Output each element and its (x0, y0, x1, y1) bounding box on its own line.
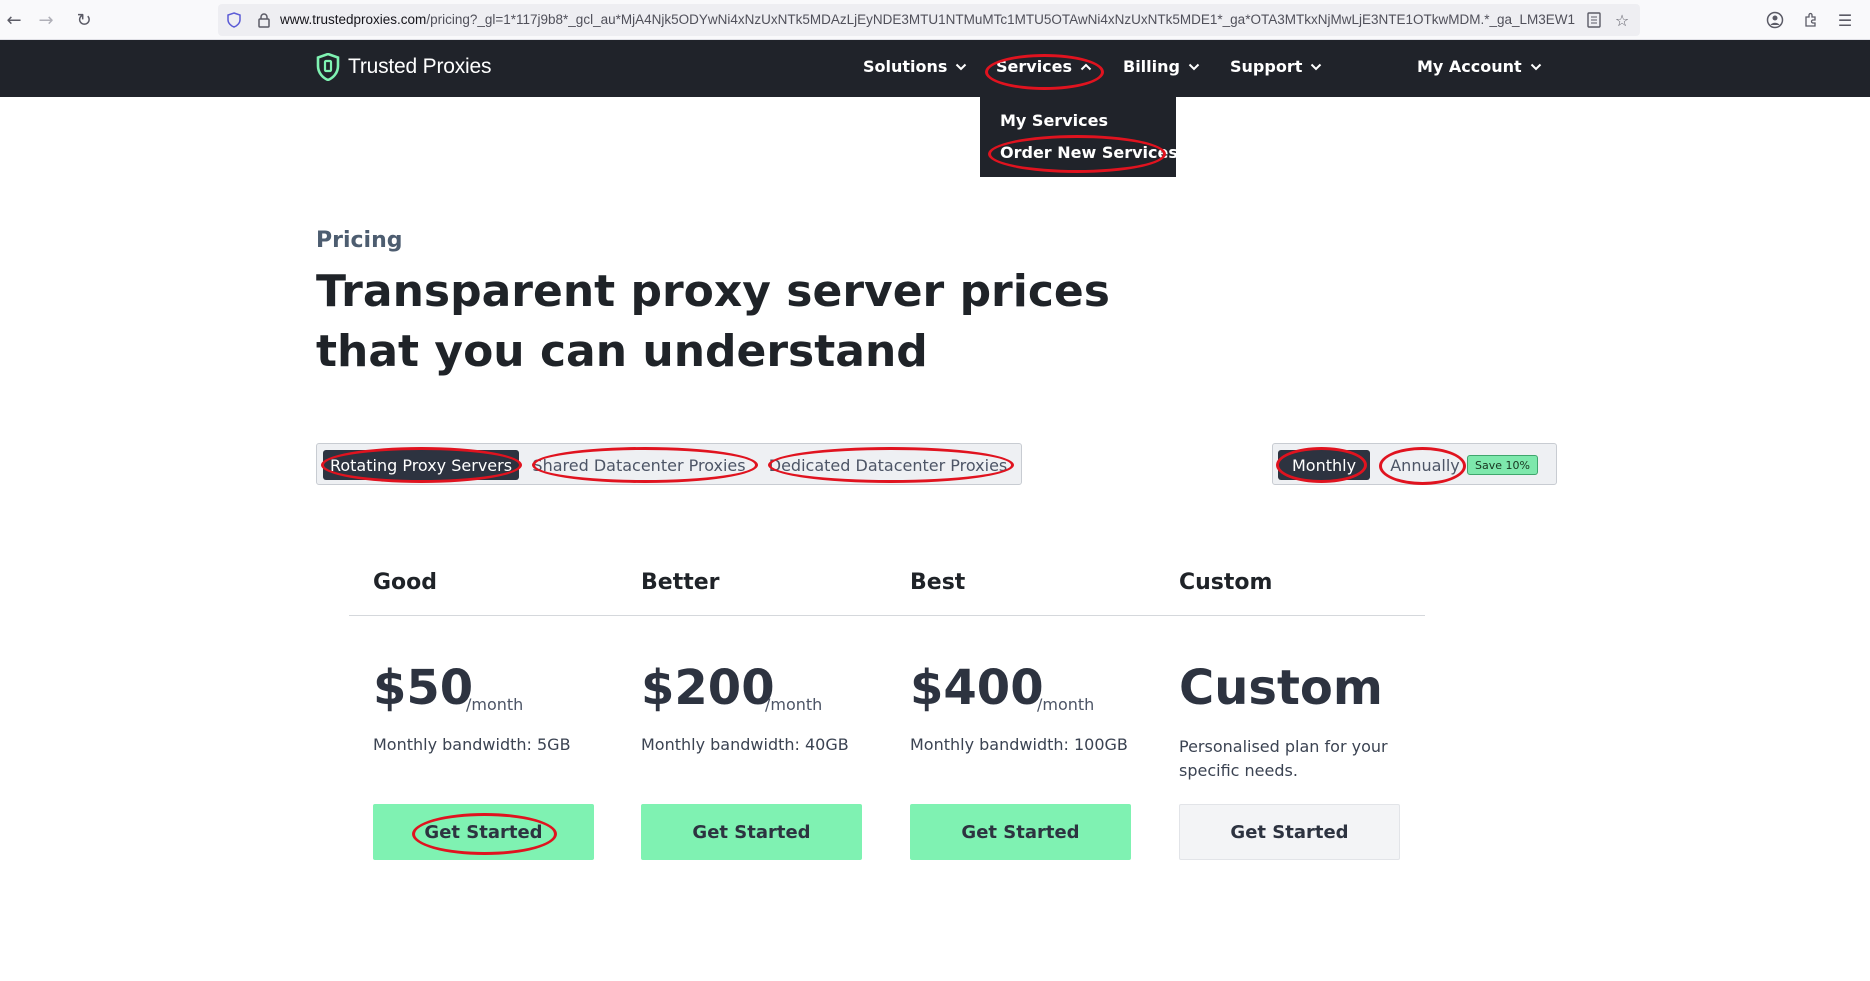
plan-price-best: $400 (910, 660, 1044, 716)
plan-name-better: Better (641, 570, 720, 595)
dropdown-my-services[interactable]: My Services (1000, 111, 1108, 130)
chevron-down-icon (1311, 63, 1322, 70)
nav-support[interactable]: Support (1230, 57, 1322, 76)
plan-period-good: /month (466, 695, 524, 714)
logo-text: Trusted Proxies (348, 55, 492, 78)
get-started-button-custom[interactable]: Get Started (1179, 804, 1400, 860)
plans-divider (349, 615, 1425, 616)
plan-bandwidth-best: Monthly bandwidth: 100GB (910, 735, 1128, 754)
tab-shared-datacenter-proxies[interactable]: Shared Datacenter Proxies (532, 450, 745, 480)
nav-services-label: Services (996, 57, 1073, 76)
address-bar[interactable]: www.trustedproxies.com/pricing?_gl=1*117… (218, 4, 1640, 36)
plan-price-good: $50 (373, 660, 474, 716)
toggle-annually[interactable]: Annually (1383, 450, 1467, 480)
nav-billing[interactable]: Billing (1123, 57, 1200, 76)
product-tabs: Rotating Proxy Servers Shared Datacenter… (316, 443, 1022, 485)
plan-name-custom: Custom (1179, 570, 1273, 595)
account-icon[interactable] (1764, 9, 1786, 31)
chevron-down-icon (1530, 63, 1541, 70)
chevron-down-icon (956, 63, 967, 70)
plan-bandwidth-better: Monthly bandwidth: 40GB (641, 735, 849, 754)
plan-price-better: $200 (641, 660, 775, 716)
chevron-down-icon (1188, 63, 1200, 70)
page-title: Transparent proxy server prices that you… (316, 266, 1110, 377)
bookmark-star-icon[interactable]: ☆ (1612, 10, 1632, 30)
browser-toolbar: ← → ↻ www.trustedproxies.com/pricing?_gl… (0, 0, 1870, 40)
site-header: Trusted Proxies Solutions Services Billi… (0, 40, 1870, 97)
extensions-icon[interactable] (1800, 9, 1822, 31)
nav-solutions-label: Solutions (863, 57, 948, 76)
toggle-monthly[interactable]: Monthly (1278, 450, 1370, 480)
services-dropdown: My Services Order New Services (980, 97, 1178, 177)
nav-support-label: Support (1230, 57, 1303, 76)
billing-period-toggle: Monthly Annually Save 10% (1272, 443, 1557, 485)
plan-price-custom: Custom (1179, 660, 1383, 716)
dropdown-order-new-services[interactable]: Order New Services (1000, 143, 1178, 162)
url-text: www.trustedproxies.com/pricing?_gl=1*117… (280, 12, 1575, 27)
tab-dedicated-datacenter-proxies[interactable]: Dedicated Datacenter Proxies (769, 450, 1007, 480)
plan-period-better: /month (765, 695, 823, 714)
get-started-button-best[interactable]: Get Started (910, 804, 1131, 860)
reader-view-icon[interactable] (1584, 10, 1604, 30)
nav-billing-label: Billing (1123, 57, 1180, 76)
tab-rotating-proxy-servers[interactable]: Rotating Proxy Servers (323, 450, 519, 480)
plan-bandwidth-good: Monthly bandwidth: 5GB (373, 735, 571, 754)
plan-name-best: Best (910, 570, 966, 595)
plan-period-best: /month (1037, 695, 1095, 714)
nav-services[interactable]: Services (996, 57, 1092, 76)
nav-solutions[interactable]: Solutions (863, 57, 967, 76)
site-logo[interactable]: Trusted Proxies (316, 53, 491, 81)
get-started-button-good[interactable]: Get Started (373, 804, 594, 860)
lock-icon[interactable] (254, 10, 274, 30)
forward-icon[interactable]: → (34, 8, 58, 32)
tracking-shield-icon[interactable] (224, 10, 244, 30)
plan-name-good: Good (373, 570, 438, 595)
nav-my-account[interactable]: My Account (1417, 57, 1542, 76)
shield-logo-icon (316, 53, 340, 81)
reload-icon[interactable]: ↻ (72, 8, 96, 32)
save-badge: Save 10% (1467, 455, 1538, 475)
page-eyebrow: Pricing (316, 228, 403, 253)
menu-icon[interactable]: ☰ (1834, 9, 1856, 31)
plan-description-custom: Personalised plan for your specific need… (1179, 737, 1388, 780)
nav-my-account-label: My Account (1417, 57, 1522, 76)
back-icon[interactable]: ← (2, 8, 26, 32)
chevron-up-icon (1080, 63, 1092, 70)
get-started-button-better[interactable]: Get Started (641, 804, 862, 860)
